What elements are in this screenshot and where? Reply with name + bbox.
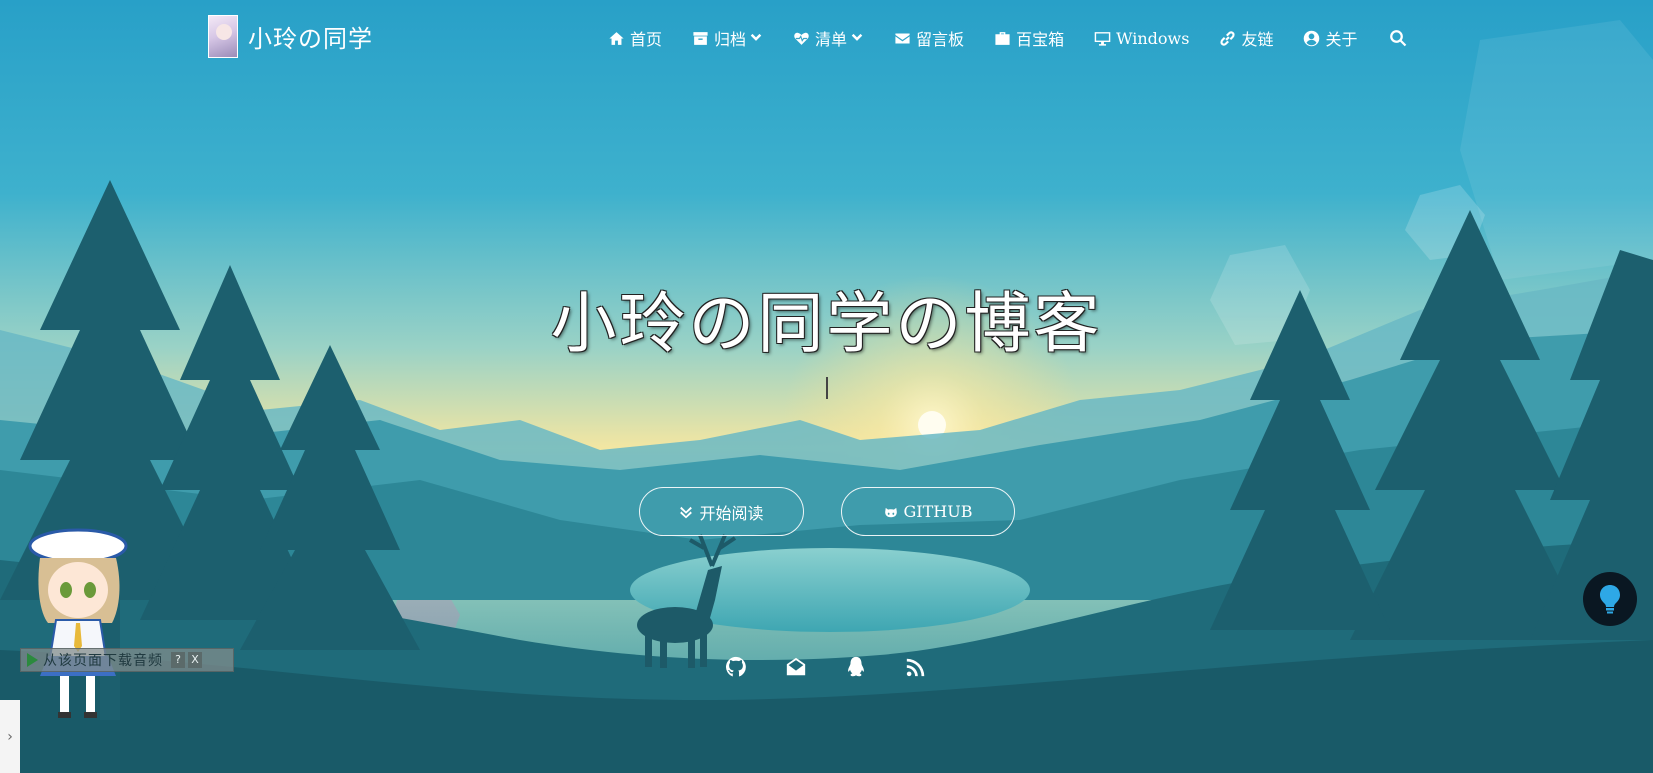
mascot-character[interactable] (26, 528, 136, 728)
nav-item-label: 首页 (630, 30, 663, 49)
site-logo[interactable] (208, 15, 238, 58)
github-label: GITHUB (903, 502, 973, 521)
nav-item-label: 百宝箱 (1016, 30, 1065, 49)
nav-item-about[interactable]: 关于 (1303, 26, 1357, 50)
site-brand-name[interactable]: 小玲の同学 (248, 19, 373, 54)
main-menu: 首页 归档 清单 留言板 百宝箱 Windows 友链 关于 (608, 25, 1407, 51)
github-icon (725, 656, 746, 677)
suitcase-icon (995, 31, 1010, 45)
typing-caret (826, 377, 828, 399)
audio-close-button[interactable]: X (188, 652, 202, 668)
site-brand[interactable]: 小玲の同学 (208, 15, 373, 58)
octocat-icon (884, 507, 897, 517)
play-icon[interactable] (27, 653, 38, 667)
start-reading-button[interactable]: 开始阅读 (639, 487, 804, 536)
top-navbar: 小玲の同学 首页 归档 清单 留言板 百宝箱 Windows 友链 关于 (0, 0, 1653, 76)
social-links (724, 655, 964, 679)
nav-item-label: 留言板 (916, 30, 965, 49)
side-drawer-toggle[interactable]: › (0, 700, 20, 773)
nav-item-archive[interactable]: 归档 (692, 26, 763, 50)
lightbulb-icon (1600, 585, 1620, 614)
mail-link[interactable] (784, 655, 808, 679)
theme-toggle-button[interactable] (1583, 572, 1637, 626)
search-button[interactable] (1389, 29, 1407, 47)
nav-item-toolbox[interactable]: 百宝箱 (994, 26, 1064, 50)
search-icon (1390, 30, 1407, 47)
nav-item-home[interactable]: 首页 (608, 26, 662, 50)
audio-download-bar: 从该页面下载音频 ? X (20, 648, 234, 672)
rss-icon (906, 658, 925, 677)
nav-item-label: 归档 (714, 30, 747, 49)
chevron-down-icon (851, 33, 863, 41)
nav-item-guestbook[interactable]: 留言板 (894, 26, 964, 50)
desktop-icon (1094, 31, 1111, 46)
nav-item-label: 友链 (1241, 30, 1274, 49)
nav-item-label: Windows (1116, 28, 1190, 48)
user-circle-icon (1304, 30, 1320, 46)
audio-help-button[interactable]: ? (171, 652, 185, 668)
double-chevron-down-icon (680, 506, 693, 518)
start-reading-label: 开始阅读 (699, 503, 764, 523)
nav-item-list[interactable]: 清单 (793, 26, 864, 50)
chevron-down-icon (750, 33, 762, 41)
qq-link[interactable] (844, 655, 868, 679)
archive-icon (693, 31, 708, 45)
github-button[interactable]: GITHUB (841, 487, 1015, 536)
nav-item-label: 清单 (815, 30, 848, 49)
nav-item-friends[interactable]: 友链 (1219, 26, 1273, 50)
qq-icon (848, 656, 864, 677)
hero-title: 小玲の同学の博客 (550, 285, 1103, 362)
audio-download-link[interactable]: 从该页面下载音频 (43, 650, 163, 670)
heartbeat-icon (794, 32, 809, 45)
nav-item-windows[interactable]: Windows (1094, 29, 1189, 48)
envelope-icon (895, 33, 910, 43)
github-link[interactable] (724, 655, 748, 679)
link-icon (1220, 30, 1236, 46)
rss-link[interactable] (904, 655, 928, 679)
nav-item-label: 关于 (1325, 30, 1358, 49)
mail-icon (786, 657, 806, 676)
home-icon (609, 31, 624, 45)
chevron-right-icon: › (7, 728, 13, 745)
